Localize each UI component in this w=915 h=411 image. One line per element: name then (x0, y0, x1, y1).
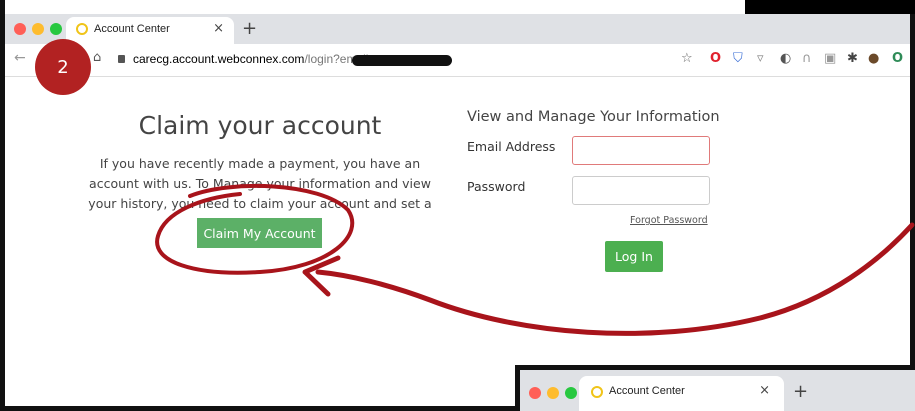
annotation-layer (155, 183, 915, 336)
annotation-arrow (315, 222, 915, 336)
annotation-circle (155, 183, 355, 275)
